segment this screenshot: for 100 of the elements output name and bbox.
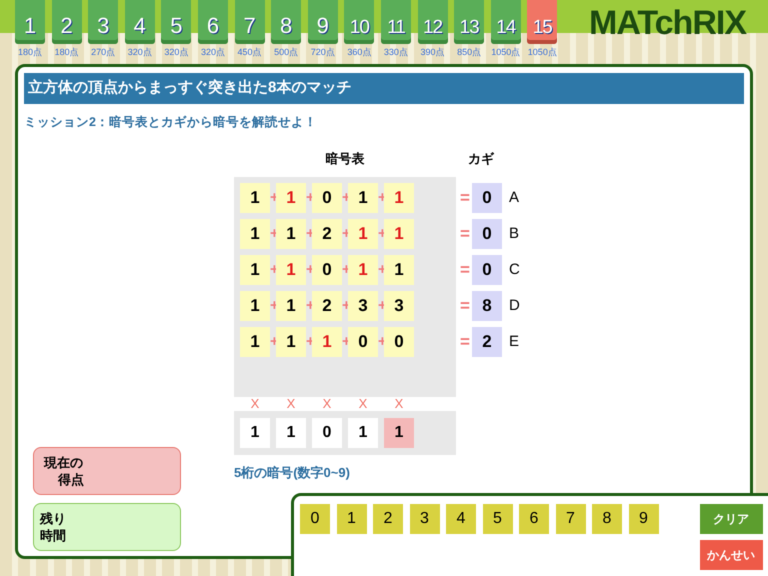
digit-key[interactable]: 7 <box>556 504 586 534</box>
row-letter: D <box>509 296 520 316</box>
digit-key[interactable]: 1 <box>336 504 366 534</box>
table-cell: 1 <box>384 182 414 213</box>
key-heading: カギ <box>468 150 494 168</box>
level-tab[interactable]: 6 <box>198 0 228 44</box>
table-cell: 1 <box>276 254 306 285</box>
row-letter: B <box>509 224 520 244</box>
level-tab[interactable]: 2 <box>52 0 82 44</box>
digit-key[interactable]: 2 <box>373 504 403 534</box>
level-tab[interactable]: 5 <box>161 0 192 44</box>
table-cell: 1 <box>312 326 342 357</box>
table-cell: 1 <box>240 326 270 357</box>
row-letter: C <box>509 260 520 280</box>
table-cell: 1 <box>240 218 270 249</box>
level-tab[interactable]: 14 <box>490 0 521 44</box>
table-cell: 1 <box>276 326 306 357</box>
table-cell: 3 <box>348 290 378 321</box>
level-score: 320点 <box>164 48 188 57</box>
table-cell: 1 <box>384 254 414 285</box>
table-cell: 1 <box>384 218 414 249</box>
level-tab[interactable]: 10 <box>344 0 374 44</box>
wrong-mark: X <box>358 397 368 410</box>
key-cell: 8 <box>472 290 502 321</box>
answer-digit[interactable]: 1 <box>384 418 414 448</box>
mission-text: ミッション2：暗号表とカギから暗号を解読せよ！ <box>24 114 318 131</box>
score-label: 得点 <box>56 471 85 488</box>
level-score: 180点 <box>18 48 42 57</box>
table-cell: 0 <box>384 326 414 357</box>
digit-key[interactable]: 3 <box>410 504 440 534</box>
table-cell: 2 <box>312 290 342 321</box>
submit-button[interactable]: かんせい <box>700 540 762 570</box>
table-cell: 1 <box>276 290 306 321</box>
answer-digit[interactable]: 1 <box>240 418 270 448</box>
key-cell: 0 <box>472 182 502 213</box>
equals-sign: = <box>459 187 471 209</box>
level-tab[interactable]: 12 <box>418 0 448 44</box>
level-score: 850点 <box>457 48 482 57</box>
digit-key[interactable]: 0 <box>300 504 330 534</box>
level-score: 360点 <box>347 48 372 57</box>
answer-digit[interactable]: 1 <box>348 418 378 448</box>
level-score: 330点 <box>384 48 408 57</box>
table-cell: 1 <box>348 218 378 249</box>
level-tab[interactable]: 15 <box>527 0 558 44</box>
level-score: 320点 <box>128 48 152 57</box>
digit-key[interactable]: 6 <box>519 504 549 534</box>
table-cell: 1 <box>276 218 306 249</box>
puzzle-title: 立方体の頂点からまっすぐ突き出た8本のマッチ <box>24 73 744 104</box>
equals-sign: = <box>459 223 471 245</box>
level-score: 450点 <box>238 48 262 57</box>
level-tab[interactable]: 1 <box>15 0 45 44</box>
table-cell: 1 <box>240 290 270 321</box>
key-cell: 0 <box>472 218 502 249</box>
key-cell: 2 <box>472 326 502 357</box>
level-score: 720点 <box>310 48 335 57</box>
level-tab[interactable]: 9 <box>308 0 338 44</box>
table-cell: 0 <box>312 182 342 213</box>
time-label: 残り <box>40 510 67 527</box>
key-cell: 0 <box>472 254 502 285</box>
level-tab[interactable]: 11 <box>380 0 411 44</box>
table-cell: 1 <box>348 182 378 213</box>
digit-key[interactable]: 8 <box>592 504 622 534</box>
wrong-mark: X <box>250 397 260 410</box>
equals-sign: = <box>459 331 471 353</box>
table-cell: 3 <box>384 290 414 321</box>
level-score: 270点 <box>91 48 116 57</box>
table-cell: 1 <box>276 182 306 213</box>
equals-sign: = <box>459 259 471 281</box>
table-cell: 0 <box>348 326 378 357</box>
equals-sign: = <box>459 295 471 317</box>
digit-key[interactable]: 4 <box>446 504 476 534</box>
row-letter: E <box>509 332 520 352</box>
level-score: 390点 <box>420 48 445 57</box>
clear-button[interactable]: クリア <box>700 504 762 534</box>
logo: MATchRIX <box>589 6 746 40</box>
level-score: 500点 <box>274 48 298 57</box>
level-score: 1050点 <box>528 48 557 57</box>
digit-key[interactable]: 5 <box>482 504 512 534</box>
score-label: 現在の <box>44 454 84 471</box>
wrong-mark: X <box>394 397 404 410</box>
level-tab[interactable]: 7 <box>234 0 265 44</box>
table-cell: 0 <box>312 254 342 285</box>
level-tab[interactable]: 8 <box>271 0 302 44</box>
table-cell: 1 <box>240 182 270 213</box>
wrong-mark: X <box>322 397 332 410</box>
answer-digit[interactable]: 0 <box>312 418 342 448</box>
level-tab[interactable]: 3 <box>88 0 118 44</box>
answer-digit[interactable]: 1 <box>276 418 306 448</box>
level-score: 180点 <box>54 48 79 57</box>
row-letter: A <box>509 188 520 208</box>
level-score: 320点 <box>200 48 225 57</box>
time-label: 時間 <box>40 527 67 544</box>
digit-key[interactable]: 9 <box>628 504 658 534</box>
table-cell: 2 <box>312 218 342 249</box>
level-tab[interactable]: 4 <box>124 0 155 44</box>
level-tab[interactable]: 13 <box>454 0 484 44</box>
wrong-mark: X <box>286 397 296 410</box>
table-cell: 1 <box>348 254 378 285</box>
table-heading: 暗号表 <box>324 150 366 168</box>
level-score: 1050点 <box>491 48 520 57</box>
